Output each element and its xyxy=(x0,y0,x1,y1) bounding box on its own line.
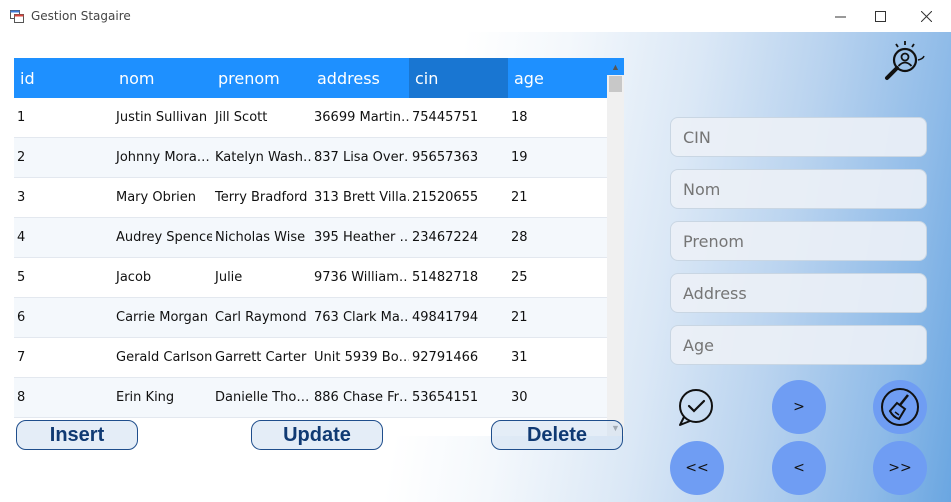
cell-id: 6 xyxy=(17,310,26,325)
table-row[interactable]: 4 Audrey Spence Nicholas Wise 395 Heathe… xyxy=(14,218,607,258)
table-row[interactable]: 5 Jacob Julie 9736 William… 51482718 25 xyxy=(14,258,607,298)
window-title: Gestion Stagaire xyxy=(31,9,131,23)
cell-address: 763 Clark Ma… xyxy=(314,310,409,325)
close-button[interactable] xyxy=(903,0,949,32)
scroll-up-button[interactable]: ▲ xyxy=(607,58,624,75)
cell-prenom: Julie xyxy=(215,270,243,285)
cell-prenom: Carl Raymond xyxy=(215,310,307,325)
cell-prenom: Garrett Carter xyxy=(215,350,307,365)
cell-nom: Justin Sullivan xyxy=(116,110,208,125)
update-button[interactable]: Update xyxy=(251,420,383,450)
cin-input[interactable] xyxy=(670,117,927,157)
table-row[interactable]: 1 Justin Sullivan Jill Scott 36699 Marti… xyxy=(14,98,607,138)
stagiaire-grid[interactable]: id nom prenom address cin age 1 Justin S… xyxy=(14,58,624,436)
column-header-address[interactable]: address xyxy=(311,58,409,98)
chat-check-icon xyxy=(679,389,713,426)
maximize-button[interactable] xyxy=(857,0,903,32)
cell-age: 25 xyxy=(511,270,528,285)
close-icon xyxy=(920,10,932,22)
cell-cin: 49841794 xyxy=(412,310,479,325)
cell-cin: 75445751 xyxy=(412,110,479,125)
cell-cin: 51482718 xyxy=(412,270,479,285)
minimize-icon xyxy=(834,16,846,17)
cell-age: 21 xyxy=(511,190,528,205)
column-header-age[interactable]: age xyxy=(508,58,607,98)
table-row[interactable]: 2 Johnny Mora… Katelyn Wash… 837 Lisa Ov… xyxy=(14,138,607,178)
cell-cin: 23467224 xyxy=(412,230,479,245)
age-input[interactable] xyxy=(670,325,927,365)
cell-address: 9736 William… xyxy=(314,270,409,285)
cell-address: 886 Chase Fr… xyxy=(314,390,409,405)
title-bar: Gestion Stagaire xyxy=(0,0,951,32)
clear-button[interactable] xyxy=(873,380,927,434)
delete-button[interactable]: Delete xyxy=(491,420,623,450)
nom-input[interactable] xyxy=(670,169,927,209)
column-header-prenom[interactable]: prenom xyxy=(212,58,311,98)
grid-header: id nom prenom address cin age xyxy=(14,58,607,98)
cell-id: 7 xyxy=(17,350,26,365)
cell-prenom: Danielle Tho… xyxy=(215,390,310,405)
cell-id: 1 xyxy=(17,110,26,125)
cell-id: 8 xyxy=(17,390,26,405)
table-row[interactable]: 8 Erin King Danielle Tho… 886 Chase Fr… … xyxy=(14,378,607,418)
cell-cin: 92791466 xyxy=(412,350,479,365)
address-input[interactable] xyxy=(670,273,927,313)
grid-scrollbar[interactable]: ▲ ▼ xyxy=(607,58,624,436)
app-icon xyxy=(10,10,24,23)
cell-prenom: Katelyn Wash… xyxy=(215,150,311,165)
last-button[interactable]: >> xyxy=(873,441,927,495)
maximize-icon xyxy=(874,10,886,22)
cell-age: 28 xyxy=(511,230,528,245)
cell-id: 2 xyxy=(17,150,26,165)
insert-button[interactable]: Insert xyxy=(16,420,138,450)
column-header-nom[interactable]: nom xyxy=(113,58,212,98)
cell-prenom: Terry Bradford xyxy=(215,190,308,205)
whatsapp-button[interactable] xyxy=(669,380,723,434)
cell-nom: Gerald Carlson xyxy=(116,350,212,365)
first-button[interactable]: << xyxy=(670,441,724,495)
cell-nom: Audrey Spence xyxy=(116,230,212,245)
cell-nom: Johnny Mora… xyxy=(116,150,210,165)
cell-id: 4 xyxy=(17,230,26,245)
grid-body: 1 Justin Sullivan Jill Scott 36699 Marti… xyxy=(14,98,607,418)
cell-nom: Erin King xyxy=(116,390,175,405)
cell-address: Unit 5939 Bo… xyxy=(314,350,409,365)
cell-prenom: Jill Scott xyxy=(215,110,268,125)
cell-age: 18 xyxy=(511,110,528,125)
table-row[interactable]: 3 Mary Obrien Terry Bradford 313 Brett V… xyxy=(14,178,607,218)
cell-address: 395 Heather … xyxy=(314,230,409,245)
column-header-id[interactable]: id xyxy=(14,58,113,98)
cell-prenom: Nicholas Wise xyxy=(215,230,306,245)
table-row[interactable]: 7 Gerald Carlson Garrett Carter Unit 593… xyxy=(14,338,607,378)
cell-age: 21 xyxy=(511,310,528,325)
scroll-thumb[interactable] xyxy=(609,76,622,92)
cell-nom: Mary Obrien xyxy=(116,190,197,205)
cell-nom: Jacob xyxy=(116,270,152,285)
prenom-input[interactable] xyxy=(670,221,927,261)
cell-age: 30 xyxy=(511,390,528,405)
cell-address: 36699 Martin… xyxy=(314,110,409,125)
cell-address: 313 Brett Villa… xyxy=(314,190,409,205)
cell-cin: 53654151 xyxy=(412,390,479,405)
cell-cin: 95657363 xyxy=(412,150,479,165)
column-header-cin[interactable]: cin xyxy=(409,58,508,98)
cell-age: 31 xyxy=(511,350,528,365)
cell-cin: 21520655 xyxy=(412,190,479,205)
search-user-icon[interactable] xyxy=(881,38,927,82)
cell-age: 19 xyxy=(511,150,528,165)
cell-id: 5 xyxy=(17,270,26,285)
previous-button[interactable]: < xyxy=(772,441,826,495)
cell-nom: Carrie Morgan xyxy=(116,310,208,325)
cell-address: 837 Lisa Over… xyxy=(314,150,409,165)
broom-icon xyxy=(881,388,919,426)
next-button[interactable]: > xyxy=(772,380,826,434)
table-row[interactable]: 6 Carrie Morgan Carl Raymond 763 Clark M… xyxy=(14,298,607,338)
cell-id: 3 xyxy=(17,190,26,205)
